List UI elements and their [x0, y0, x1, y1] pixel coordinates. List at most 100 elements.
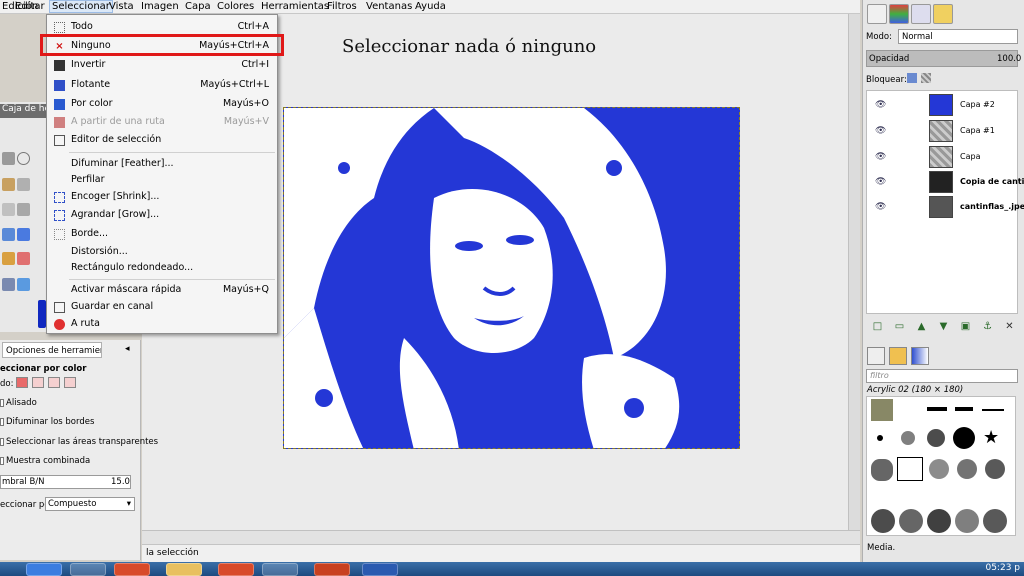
brush-swatch[interactable]: [983, 509, 1007, 533]
foreground-select-icon[interactable]: [17, 203, 30, 216]
new-group-icon[interactable]: ▭: [894, 321, 905, 332]
brush-swatch[interactable]: [927, 429, 945, 447]
brush-swatch[interactable]: [929, 459, 949, 479]
brush-swatch[interactable]: [985, 459, 1005, 479]
brush-swatch[interactable]: [871, 399, 893, 421]
layer-row[interactable]: 👁 Capa: [867, 144, 1019, 170]
brush-swatch[interactable]: [871, 459, 893, 481]
brush-grid[interactable]: ★: [866, 396, 1016, 536]
brush-swatch[interactable]: [955, 407, 973, 411]
canvas-horizontal-scrollbar[interactable]: [142, 530, 860, 544]
channels-tab-icon[interactable]: [889, 4, 909, 24]
mode-replace-button[interactable]: [16, 377, 28, 388]
delete-layer-icon[interactable]: ✕: [1004, 321, 1015, 332]
brush-tab-icon[interactable]: [867, 347, 885, 365]
eraser-icon[interactable]: [17, 252, 30, 265]
eye-icon[interactable]: 👁: [875, 152, 886, 162]
ellipse-select-icon[interactable]: [17, 152, 30, 165]
menu-item-agrandar[interactable]: Agrandar [Grow]...: [48, 207, 277, 224]
pattern-tab-icon[interactable]: [889, 347, 907, 365]
alisado-checkbox[interactable]: [0, 399, 4, 407]
menu-seleccionar[interactable]: Seleccionar: [49, 0, 113, 13]
menu-item-invertir[interactable]: Invertir Ctrl+I: [48, 57, 277, 74]
threshold-slider[interactable]: mbral B/N 15.0: [0, 475, 131, 489]
paths-icon[interactable]: [2, 228, 15, 241]
paths-tab-icon[interactable]: [911, 4, 931, 24]
layers-tab-icon[interactable]: [867, 4, 887, 24]
menu-item-encoger[interactable]: Encoger [Shrink]...: [48, 189, 277, 206]
media-icon[interactable]: [70, 563, 106, 576]
mode-subtract-button[interactable]: [48, 377, 60, 388]
layer-row[interactable]: 👁 Copia de cantinfla: [867, 169, 1024, 195]
pencil-icon[interactable]: [2, 252, 15, 265]
menu-imagen[interactable]: Imagen: [141, 1, 179, 12]
gradient-tab-icon[interactable]: [911, 347, 929, 365]
areas-transparentes-checkbox[interactable]: [0, 438, 4, 446]
star-icon[interactable]: ★: [983, 429, 1001, 447]
canvas-vertical-scrollbar[interactable]: [848, 14, 860, 530]
eye-icon[interactable]: 👁: [875, 100, 886, 110]
menu-item-por-color[interactable]: Por color Mayús+O: [48, 96, 277, 113]
brush-filter-input[interactable]: filtro: [866, 369, 1018, 383]
raise-layer-icon[interactable]: ▲: [916, 321, 927, 332]
menu-item-guardar-canal[interactable]: Guardar en canal: [48, 299, 277, 316]
select-by-dropdown[interactable]: Compuesto ▾: [45, 497, 135, 511]
brush-swatch[interactable]: [927, 509, 951, 533]
anchor-layer-icon[interactable]: ⚓: [982, 321, 993, 332]
brush-swatch-selected[interactable]: [897, 457, 923, 481]
menu-editar[interactable]: Editar: [15, 1, 45, 12]
duplicate-layer-icon[interactable]: ▣: [960, 321, 971, 332]
brush-swatch[interactable]: [871, 509, 895, 533]
rect-select-icon[interactable]: [2, 152, 15, 165]
dodge-burn-icon[interactable]: [17, 278, 30, 291]
brush-swatch[interactable]: [957, 459, 977, 479]
lower-layer-icon[interactable]: ▼: [938, 321, 949, 332]
difuminar-bordes-checkbox[interactable]: [0, 418, 4, 426]
menu-item-difuminar[interactable]: Difuminar [Feather]...: [48, 156, 277, 173]
fuzzy-select-icon[interactable]: [17, 178, 30, 191]
scissors-icon[interactable]: [2, 203, 15, 216]
menu-item-distorsion[interactable]: Distorsión...: [48, 244, 277, 261]
menu-herramientas[interactable]: Herramientas: [261, 1, 329, 12]
brush-swatch[interactable]: [955, 509, 979, 533]
undo-tab-icon[interactable]: [933, 4, 953, 24]
menu-item-a-partir-ruta[interactable]: A partir de una ruta Mayús+V: [48, 114, 277, 131]
menu-filtros[interactable]: Filtros: [327, 1, 357, 12]
foreground-color-swatch[interactable]: [38, 300, 46, 328]
brush-swatch[interactable]: [953, 427, 975, 449]
mode-intersect-button[interactable]: [64, 377, 76, 388]
opacity-slider[interactable]: Opacidad 100.0: [866, 50, 1021, 67]
ie-icon[interactable]: [26, 563, 62, 576]
brush-swatch[interactable]: [899, 509, 923, 533]
word-icon[interactable]: [362, 563, 398, 576]
menu-capa[interactable]: Capa: [185, 1, 211, 12]
brush-swatch[interactable]: [901, 431, 915, 445]
layer-row[interactable]: 👁 Capa #2: [867, 92, 1019, 118]
folder-icon[interactable]: [166, 563, 202, 576]
collapse-icon[interactable]: ◂: [125, 344, 130, 354]
layer-row[interactable]: 👁 Capa #1: [867, 118, 1019, 144]
free-select-icon[interactable]: [2, 178, 15, 191]
menu-colores[interactable]: Colores: [217, 1, 254, 12]
layer-row[interactable]: 👁 cantinflas_.jpeg: [867, 194, 1024, 220]
tab-tool-options[interactable]: Opciones de herramienta: [2, 342, 102, 358]
smudge-icon[interactable]: [2, 278, 15, 291]
menu-item-mascara[interactable]: Activar máscara rápida Mayús+Q: [48, 282, 277, 299]
powerpoint-icon[interactable]: [314, 563, 350, 576]
layer-mode-select[interactable]: Normal: [898, 29, 1018, 44]
lock-pixels-icon[interactable]: [907, 73, 917, 83]
eye-icon[interactable]: 👁: [875, 202, 886, 212]
menu-vista[interactable]: Vista: [109, 1, 134, 12]
menu-item-editor-seleccion[interactable]: Editor de selección: [48, 132, 277, 149]
brush-swatch[interactable]: [877, 435, 883, 441]
menu-ventanas[interactable]: Ventanas: [366, 1, 412, 12]
image-canvas[interactable]: [283, 107, 740, 449]
mode-add-button[interactable]: [32, 377, 44, 388]
muestra-combinada-checkbox[interactable]: [0, 457, 4, 465]
gimp-icon[interactable]: [262, 563, 298, 576]
color-picker-icon[interactable]: [17, 228, 30, 241]
menu-item-rectangulo[interactable]: Rectángulo redondeado...: [48, 260, 277, 277]
brush-swatch[interactable]: [982, 409, 1004, 411]
menu-ayuda[interactable]: Ayuda: [415, 1, 446, 12]
menu-item-a-ruta[interactable]: A ruta: [48, 316, 277, 333]
